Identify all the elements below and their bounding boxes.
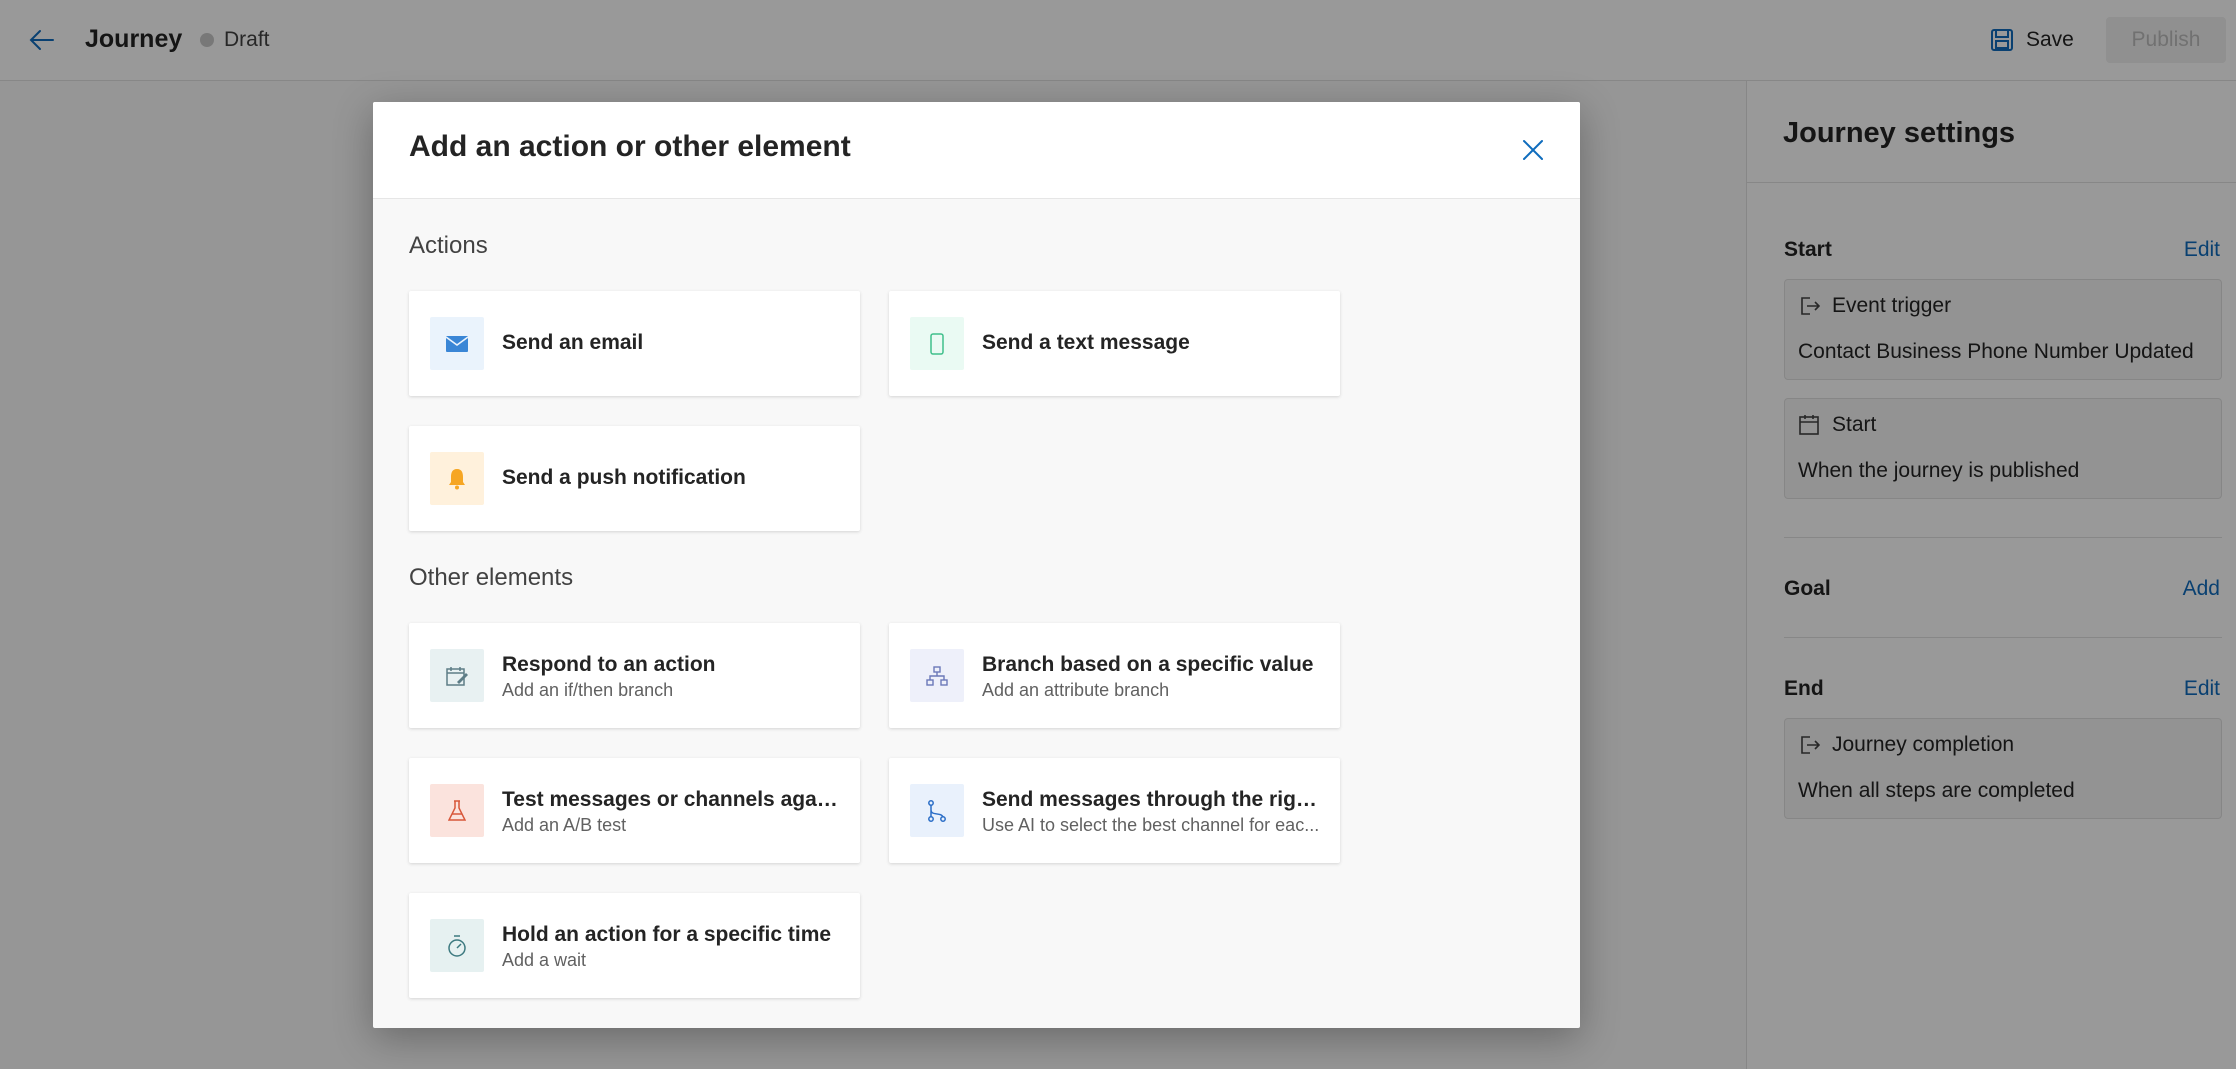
wait-tile[interactable]: Hold an action for a specific time Add a… [409, 893, 860, 998]
route-icon [910, 784, 964, 837]
ab-test-tile[interactable]: Test messages or channels agains... Add … [409, 758, 860, 863]
respond-icon [430, 649, 484, 702]
tile-subtitle: Use AI to select the best channel for ea… [982, 815, 1320, 835]
send-push-tile[interactable]: Send a push notification [409, 426, 860, 531]
tile-title: Test messages or channels agains... [502, 788, 842, 811]
close-icon [1523, 140, 1543, 160]
mail-icon [430, 317, 484, 370]
dialog-header: Add an action or other element [373, 102, 1580, 199]
tile-title: Send messages through the right... [982, 788, 1322, 811]
branch-icon [910, 649, 964, 702]
timer-icon [430, 919, 484, 972]
branch-value-tile[interactable]: Branch based on a specific value Add an … [889, 623, 1340, 728]
tile-title: Respond to an action [502, 653, 716, 676]
phone-icon [910, 317, 964, 370]
dialog-title: Add an action or other element [409, 130, 851, 163]
channel-routing-tile[interactable]: Send messages through the right... Use A… [889, 758, 1340, 863]
send-email-tile[interactable]: Send an email [409, 291, 860, 396]
tile-subtitle: Add an A/B test [502, 815, 627, 835]
actions-heading: Actions [409, 232, 488, 259]
tile-subtitle: Add an if/then branch [502, 680, 674, 700]
bell-icon [430, 452, 484, 505]
tile-subtitle: Add an attribute branch [982, 680, 1170, 700]
other-elements-heading: Other elements [409, 564, 574, 591]
add-element-dialog: Add an action or other element Actions S… [373, 102, 1580, 1028]
flask-icon [430, 784, 484, 837]
respond-action-tile[interactable]: Respond to an action Add an if/then bran… [409, 623, 860, 728]
tile-subtitle: Add a wait [502, 950, 587, 970]
tile-title: Send a text message [982, 331, 1190, 354]
send-text-tile[interactable]: Send a text message [889, 291, 1340, 396]
tile-title: Send a push notification [502, 466, 746, 489]
close-button[interactable] [1517, 134, 1549, 166]
tile-title: Hold an action for a specific time [502, 923, 832, 946]
tile-title: Send an email [502, 331, 644, 354]
tile-title: Branch based on a specific value [982, 653, 1314, 676]
